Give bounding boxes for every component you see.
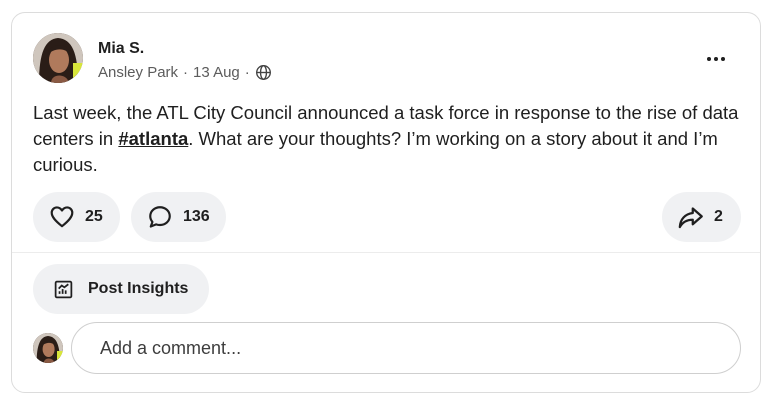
post-meta: Ansley Park · 13 Aug ·	[98, 64, 272, 81]
more-options-button[interactable]	[700, 47, 732, 71]
more-options-icon	[707, 57, 711, 61]
post-date: 13 Aug	[193, 64, 240, 81]
post-insights-button[interactable]: Post Insights	[33, 264, 209, 314]
meta-separator: ·	[244, 64, 250, 81]
comment-count: 136	[183, 208, 210, 225]
hashtag-link[interactable]: #atlanta	[118, 128, 188, 149]
share-arrow-icon	[678, 206, 703, 228]
author-name[interactable]: Mia S.	[98, 40, 144, 58]
author-avatar[interactable]	[33, 33, 83, 83]
chart-icon	[54, 280, 73, 298]
commenter-avatar	[33, 333, 63, 363]
location-label[interactable]: Ansley Park	[98, 64, 178, 81]
like-button[interactable]: 25	[33, 192, 120, 242]
heart-icon	[50, 206, 74, 228]
meta-separator: ·	[183, 64, 189, 81]
post-body: Last week, the ATL City Council announce…	[33, 100, 748, 178]
globe-icon	[255, 64, 272, 81]
post-card: Mia S. Ansley Park · 13 Aug · Last week,…	[11, 12, 761, 393]
speech-bubble-icon	[149, 206, 171, 228]
like-count: 25	[85, 208, 103, 225]
insights-label: Post Insights	[88, 280, 189, 297]
share-count: 2	[714, 208, 723, 225]
divider	[12, 252, 760, 253]
share-button[interactable]: 2	[662, 192, 741, 242]
comment-button[interactable]: 136	[131, 192, 226, 242]
comment-input[interactable]	[71, 322, 741, 374]
